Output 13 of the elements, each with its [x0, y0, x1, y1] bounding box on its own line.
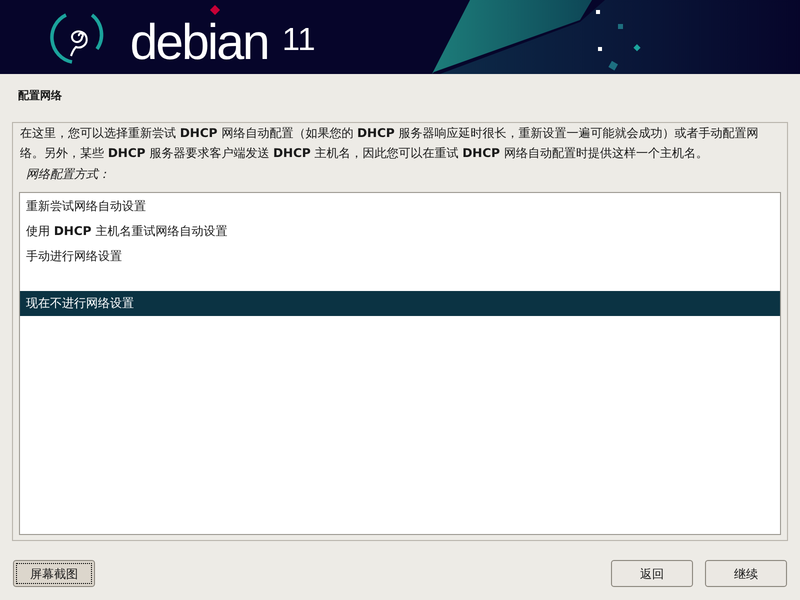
list-item[interactable]: 现在不进行网络设置 [20, 291, 780, 316]
back-button[interactable]: 返回 [611, 560, 693, 587]
list-item[interactable]: 使用 DHCP 主机名重试网络自动设置 [20, 219, 780, 244]
screenshot-button[interactable]: 屏幕截图 [13, 560, 95, 587]
list-item[interactable]: 重新尝试网络自动设置 [20, 194, 780, 219]
diamond-icon [210, 5, 220, 15]
logo-text: debian [130, 17, 268, 67]
page-title: 配置网络 [18, 88, 62, 104]
description-text: 在这里，您可以选择重新尝试 DHCP 网络自动配置（如果您的 DHCP 服务器响应延时很长，重新设置一遍可能就会成功）或者手动配置网络。另外，某些 DHCP 服务器要求客户端发送 DHCP 主机名，因此您可以在重试 DHCP 网络自动配置时提供这样一个主机名。 [19, 125, 760, 162]
list-item[interactable]: 手动进行网络设置 [20, 244, 780, 269]
continue-button[interactable]: 继续 [705, 560, 787, 587]
prompt-label: 网络配置方式： [26, 166, 110, 183]
version-label: 11 [282, 23, 316, 55]
